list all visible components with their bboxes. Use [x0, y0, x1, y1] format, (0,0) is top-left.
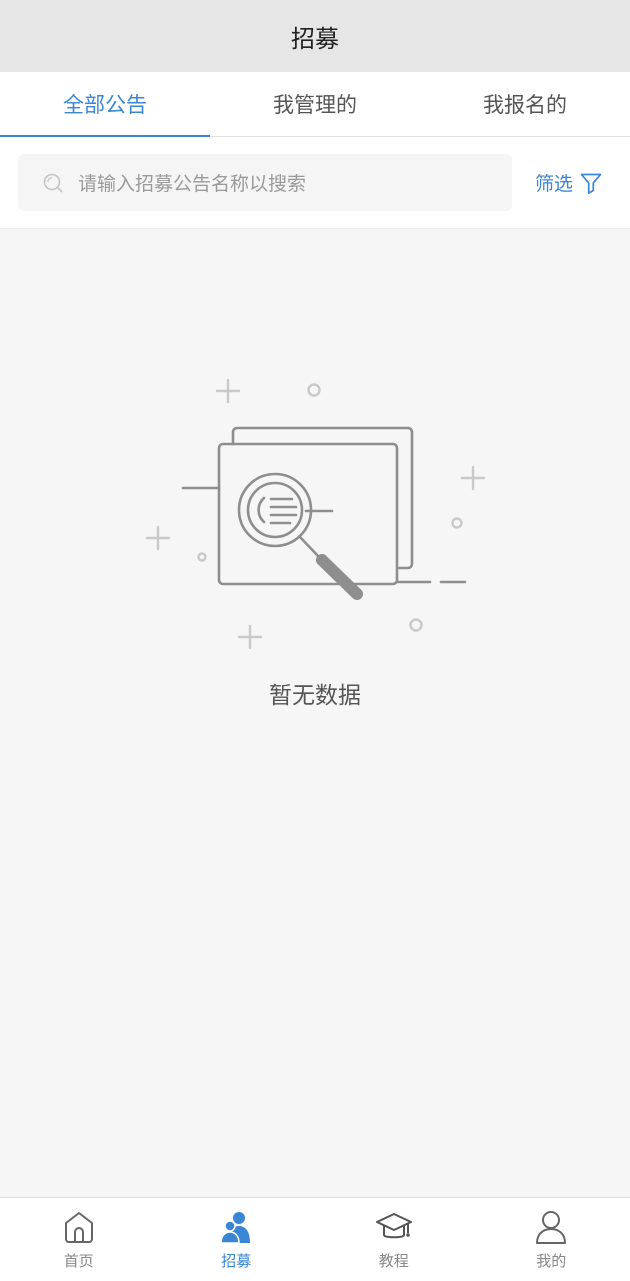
empty-state-illustration	[140, 370, 490, 660]
people-icon	[217, 1208, 255, 1246]
tabbar-label: 教程	[379, 1250, 409, 1271]
tab-bar: 全部公告 我管理的 我报名的	[0, 72, 630, 137]
tab-managed-by-me[interactable]: 我管理的	[210, 72, 420, 136]
tabbar-label: 首页	[64, 1250, 94, 1271]
search-bar: 请输入招募公告名称以搜索 筛选	[0, 137, 630, 229]
filter-button[interactable]: 筛选	[535, 154, 603, 211]
person-icon	[532, 1208, 570, 1246]
search-icon	[42, 172, 64, 194]
top-header: 招募	[0, 0, 630, 72]
tab-label: 我管理的	[273, 89, 357, 119]
tab-signed-up[interactable]: 我报名的	[420, 72, 630, 136]
tabbar-label: 招募	[221, 1250, 251, 1271]
tab-all-announcements[interactable]: 全部公告	[0, 72, 210, 136]
home-icon	[60, 1208, 98, 1246]
tab-label: 全部公告	[63, 89, 147, 119]
page-title: 招募	[291, 19, 339, 54]
graduation-cap-icon	[375, 1208, 413, 1246]
tabbar-item-tutorial[interactable]: 教程	[315, 1198, 473, 1281]
empty-state-message: 暂无数据	[0, 676, 630, 710]
tabbar-label: 我的	[536, 1250, 566, 1271]
filter-icon	[579, 171, 603, 195]
tabbar-item-home[interactable]: 首页	[0, 1198, 158, 1281]
search-input[interactable]: 请输入招募公告名称以搜索	[18, 154, 512, 211]
tabbar-item-recruit[interactable]: 招募	[158, 1198, 316, 1281]
tabbar-item-mine[interactable]: 我的	[473, 1198, 630, 1281]
tab-label: 我报名的	[483, 89, 567, 119]
search-placeholder: 请输入招募公告名称以搜索	[78, 169, 306, 196]
filter-label: 筛选	[535, 169, 573, 196]
bottom-tab-bar: 首页 招募 教程	[0, 1197, 630, 1281]
